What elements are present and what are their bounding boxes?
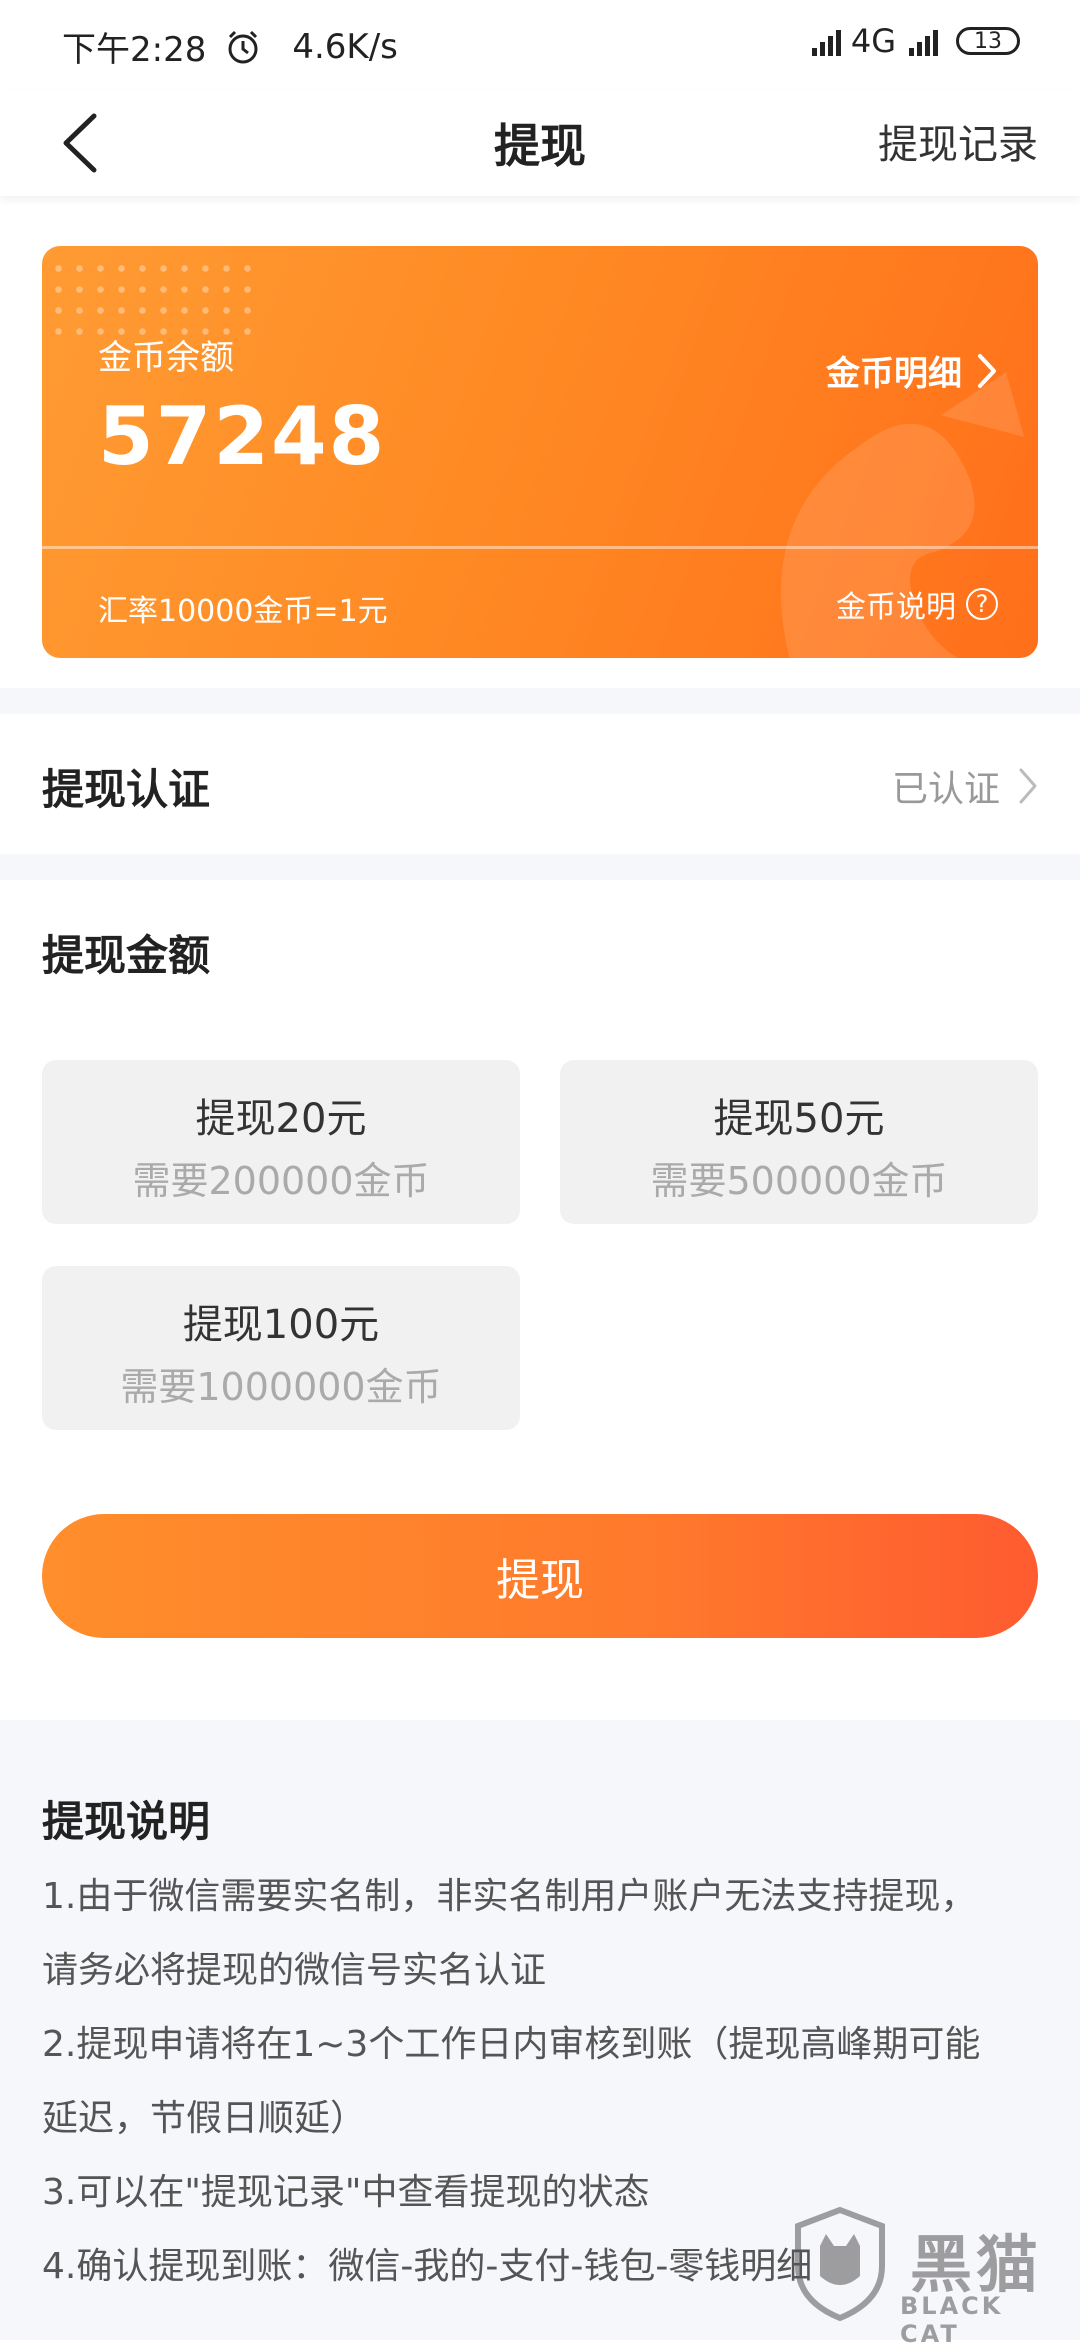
network-type: 4G [850, 22, 896, 60]
withdraw-auth-label: 提现认证 [42, 765, 211, 814]
battery-icon: 13 [956, 27, 1020, 55]
coin-balance-label: 金币余额 [98, 338, 234, 378]
watermark-logo: 黑猫 BLACK CAT [790, 2206, 1060, 2348]
withdraw-auth-row[interactable]: 提现认证 已认证 [0, 714, 1080, 854]
coin-explanation-label: 金币说明 [836, 590, 956, 625]
amount-option-requirement: 需要1000000金币 [120, 1365, 442, 1409]
amount-option-label: 提现100元 [182, 1302, 380, 1348]
amount-option-requirement: 需要500000金币 [650, 1159, 948, 1203]
section-gap [0, 854, 1080, 880]
coin-detail-link[interactable]: 金币明细 [826, 346, 998, 395]
signal-icon-2 [906, 26, 938, 56]
question-icon: ? [966, 588, 998, 620]
status-right: 4G 13 [805, 22, 1020, 60]
status-time: 下午2:28 [62, 30, 207, 70]
watermark-text: 黑猫 [910, 2228, 1043, 2301]
amount-option-50[interactable]: 提现50元 需要500000金币 [560, 1060, 1038, 1224]
signal-icon [809, 26, 841, 56]
notes-line: 2.提现申请将在1~3个工作日内审核到账（提现高峰期可能 [42, 2024, 981, 2065]
battery-level: 13 [974, 28, 1002, 54]
status-bar: 下午2:28 4.6K/s 4G 13 [0, 0, 1080, 90]
withdraw-history-link[interactable]: 提现记录 [878, 112, 1038, 170]
notes-line: 1.由于微信需要实名制，非实名制用户账户无法支持提现， [42, 1876, 977, 1917]
cat-shield-icon [795, 2206, 885, 2322]
coin-balance-card: 金币余额 57248 金币明细 汇率10000金币=1元 金币说明 ? [42, 246, 1038, 658]
status-speed: 4.6K/s [292, 26, 398, 67]
section-gap [0, 688, 1080, 714]
exchange-rate: 汇率10000金币=1元 [98, 594, 388, 629]
withdraw-button[interactable]: 提现 [42, 1514, 1038, 1638]
coin-explanation-link[interactable]: 金币说明 ? [836, 582, 998, 626]
auth-status-text: 已认证 [891, 769, 1000, 810]
chevron-right-icon [978, 353, 996, 388]
notes-line: 请务必将提现的微信号实名认证 [42, 1950, 547, 1991]
notes-title: 提现说明 [42, 1797, 211, 1846]
amount-option-label: 提现20元 [195, 1096, 367, 1142]
alarm-icon [228, 30, 258, 63]
amount-option-label: 提现50元 [713, 1096, 885, 1142]
notes-line: 延迟，节假日顺延） [42, 2098, 367, 2139]
chevron-right-icon [1019, 768, 1037, 804]
nav-bar: 提现 提现记录 [0, 90, 1080, 196]
coin-balance-value: 57248 [98, 390, 387, 483]
card-divider [42, 546, 1038, 549]
amount-option-requirement: 需要200000金币 [132, 1159, 430, 1203]
amount-option-100[interactable]: 提现100元 需要1000000金币 [42, 1266, 520, 1430]
auth-status: 已认证 [892, 760, 1038, 812]
status-left: 下午2:28 4.6K/s [62, 22, 398, 71]
amount-option-20[interactable]: 提现20元 需要200000金币 [42, 1060, 520, 1224]
coin-detail-label: 金币明细 [826, 354, 962, 394]
withdraw-amount-title: 提现金额 [42, 931, 211, 980]
